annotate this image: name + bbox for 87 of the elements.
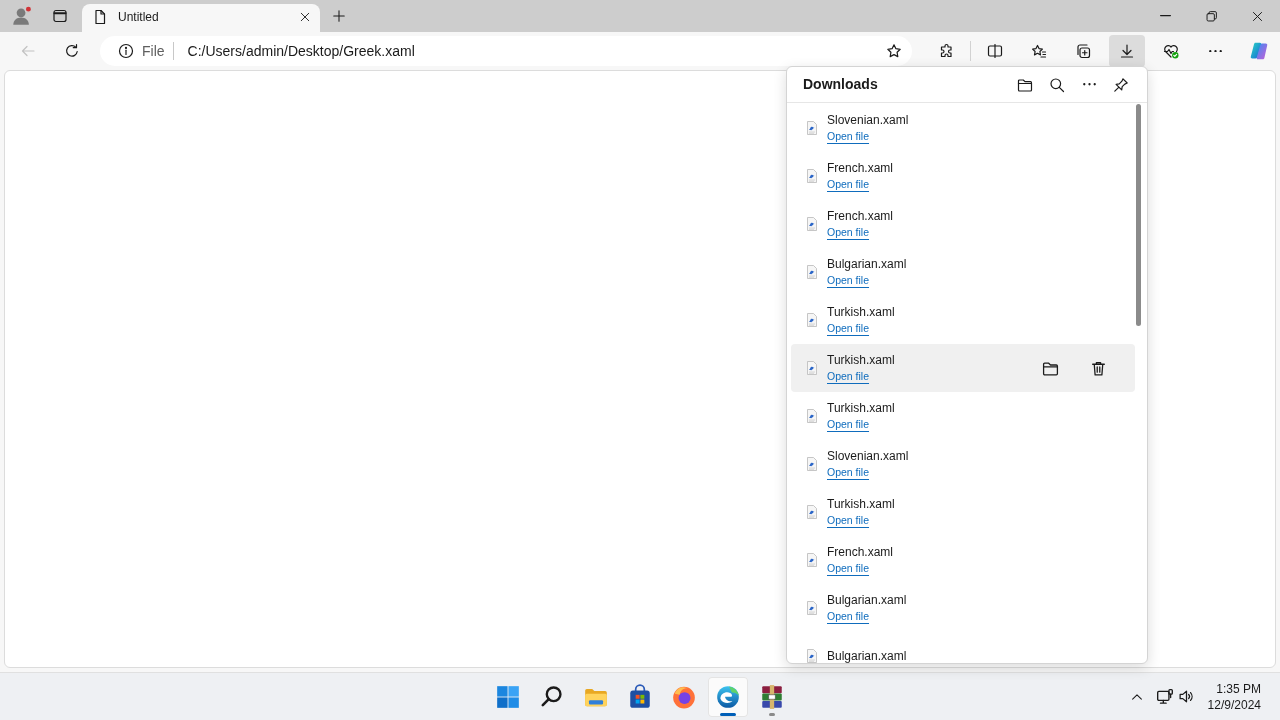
star-list-icon bbox=[1031, 43, 1047, 59]
file-icon bbox=[804, 504, 820, 520]
file-icon bbox=[804, 456, 820, 472]
download-item[interactable]: Turkish.xaml Open file bbox=[791, 392, 1135, 440]
file-name: Turkish.xaml bbox=[827, 304, 895, 320]
book-stack-icon bbox=[759, 683, 785, 710]
close-icon bbox=[1250, 9, 1264, 23]
folder-icon bbox=[1017, 76, 1033, 93]
download-item[interactable]: Slovenian.xaml Open file bbox=[791, 440, 1135, 488]
download-item[interactable]: Turkish.xaml Open file bbox=[791, 296, 1135, 344]
open-file-link[interactable]: Open file bbox=[827, 368, 870, 384]
download-item[interactable]: Turkish.xaml Open file bbox=[791, 344, 1135, 392]
file-icon bbox=[804, 120, 820, 136]
open-file-link[interactable]: Open file bbox=[827, 176, 870, 192]
url-text: C:/Users/admin/Desktop/Greek.xaml bbox=[187, 41, 415, 61]
file-name: Bulgarian.xaml bbox=[827, 256, 907, 272]
open-file-link[interactable]: Open file bbox=[827, 320, 870, 336]
file-name: French.xaml bbox=[827, 160, 894, 176]
windows-logo-icon bbox=[495, 683, 521, 710]
restore-icon bbox=[1204, 9, 1218, 23]
file-name: Slovenian.xaml bbox=[827, 448, 909, 464]
info-icon bbox=[118, 43, 134, 59]
address-field[interactable]: File C:/Users/admin/Desktop/Greek.xaml bbox=[100, 36, 912, 66]
edge-button[interactable] bbox=[708, 676, 748, 717]
file-name: Turkish.xaml bbox=[827, 400, 895, 416]
refresh-icon bbox=[64, 43, 80, 59]
file-icon bbox=[804, 168, 820, 184]
download-item[interactable]: Bulgarian.xaml Open file bbox=[791, 584, 1135, 632]
download-item[interactable]: French.xaml Open file bbox=[791, 536, 1135, 584]
page-icon bbox=[92, 8, 108, 25]
download-item[interactable]: French.xaml Open file bbox=[791, 200, 1135, 248]
close-icon bbox=[299, 10, 311, 23]
plus-icon bbox=[332, 9, 346, 23]
file-name: Turkish.xaml bbox=[827, 352, 895, 368]
scrollbar-thumb[interactable] bbox=[1136, 104, 1141, 326]
download-item[interactable]: Turkish.xaml Open file bbox=[791, 488, 1135, 536]
open-file-link[interactable]: Open file bbox=[827, 560, 870, 576]
minimize-icon bbox=[1159, 15, 1171, 17]
trash-icon bbox=[1089, 359, 1107, 377]
puzzle-icon bbox=[939, 43, 955, 59]
file-icon bbox=[804, 408, 820, 424]
file-name: French.xaml bbox=[827, 208, 894, 224]
split-screen-icon bbox=[987, 43, 1003, 59]
file-icon bbox=[804, 600, 820, 616]
open-file-link[interactable]: Open file bbox=[827, 464, 870, 480]
download-item[interactable]: French.xaml Open file bbox=[791, 152, 1135, 200]
open-file-link[interactable]: Open file bbox=[827, 224, 870, 240]
site-info-label[interactable]: File bbox=[142, 40, 165, 62]
open-file-link[interactable]: Open file bbox=[827, 416, 870, 432]
more-icon bbox=[1082, 83, 1096, 86]
collections-icon bbox=[1075, 43, 1091, 59]
heart-pulse-icon bbox=[1163, 43, 1179, 59]
browser-tab[interactable]: Untitled bbox=[82, 4, 320, 32]
file-name: Slovenian.xaml bbox=[827, 112, 909, 128]
volume-icon bbox=[1177, 688, 1195, 705]
file-icon bbox=[804, 312, 820, 328]
swirl-logo-icon bbox=[715, 683, 741, 710]
file-icon bbox=[804, 216, 820, 232]
open-file-link[interactable]: Open file bbox=[827, 272, 870, 288]
downloads-button[interactable] bbox=[1109, 35, 1145, 67]
file-name: Bulgarian.xaml bbox=[827, 592, 907, 608]
download-item[interactable]: Slovenian.xaml Open file bbox=[791, 104, 1135, 152]
star-icon bbox=[886, 43, 902, 59]
download-item[interactable]: Bulgarian.xaml Open file bbox=[791, 248, 1135, 296]
network-icon bbox=[1155, 687, 1174, 706]
download-icon bbox=[1119, 43, 1135, 59]
file-icon bbox=[804, 360, 820, 376]
more-icon bbox=[1208, 49, 1222, 53]
panel-title: Downloads bbox=[803, 75, 879, 94]
pin-icon bbox=[1113, 76, 1129, 93]
avatar-icon bbox=[11, 5, 33, 27]
clock-date: 12/9/2024 bbox=[1207, 696, 1261, 713]
search-icon bbox=[1049, 76, 1065, 93]
clock-time: 1:35 PM bbox=[1216, 680, 1261, 697]
file-name: Turkish.xaml bbox=[827, 496, 895, 512]
open-file-link[interactable]: Open file bbox=[827, 512, 870, 528]
panel-icon bbox=[52, 8, 68, 24]
back-arrow-icon bbox=[20, 43, 36, 59]
open-file-link[interactable]: Open file bbox=[827, 608, 870, 624]
open-file-link[interactable]: Open file bbox=[827, 128, 870, 144]
file-name: Bulgarian.xaml bbox=[827, 648, 907, 663]
file-icon bbox=[804, 552, 820, 568]
gradient-logo-icon bbox=[1249, 41, 1269, 61]
file-icon bbox=[804, 264, 820, 280]
download-item[interactable]: Bulgarian.xaml bbox=[791, 632, 1135, 663]
shopping-bag-icon bbox=[627, 683, 653, 710]
file-name: French.xaml bbox=[827, 544, 894, 560]
